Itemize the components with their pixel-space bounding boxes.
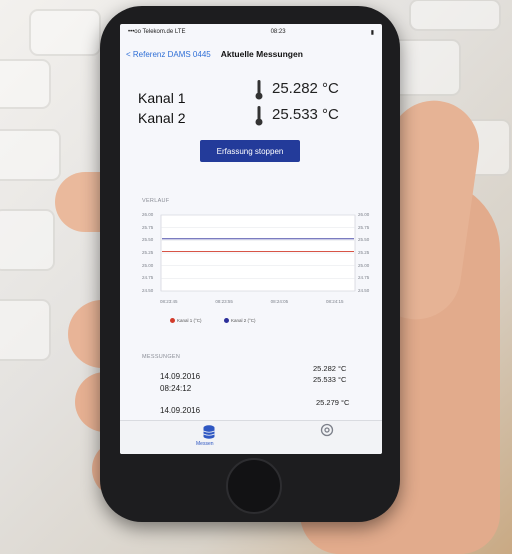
y-tick-left: 26.00 bbox=[142, 212, 154, 217]
thermometer-icon bbox=[255, 80, 263, 100]
y-tick-left: 25.75 bbox=[142, 224, 154, 230]
legend-dot-red bbox=[170, 318, 175, 324]
legend-series-1: Kanal 1 (°C) bbox=[170, 318, 202, 324]
y-tick-left: 25.25 bbox=[142, 250, 154, 255]
x-tick: 08:24:15 bbox=[326, 299, 344, 304]
gear-icon[interactable] bbox=[320, 423, 334, 437]
back-button[interactable]: < Referenz DAMS 0445 bbox=[126, 50, 211, 59]
y-tick-right: 25.75 bbox=[358, 224, 370, 230]
y-tick-left: 25.50 bbox=[142, 237, 154, 243]
database-icon[interactable] bbox=[203, 425, 215, 439]
nav-bar: < Referenz DAMS 0445 Aktuelle Messungen bbox=[120, 40, 382, 68]
y-tick-right: 25.00 bbox=[358, 262, 370, 268]
legend-series-2: Kanal 2 (°C) bbox=[224, 318, 256, 324]
channel-1-value: 25.282 °C bbox=[272, 80, 339, 97]
y-tick-right: 24.50 bbox=[358, 288, 370, 293]
measurement-value-1: 25.282 °C bbox=[313, 364, 347, 373]
measurement-date: 14.09.2016 bbox=[160, 372, 201, 381]
y-tick-right: 26.00 bbox=[358, 212, 370, 217]
carrier-label: •••oo Telekom.de LTE bbox=[128, 29, 186, 35]
chart-section-label: VERLAUF bbox=[142, 198, 170, 204]
phone-screen: •••oo Telekom.de LTE 08:23 ▮ < Referenz … bbox=[120, 24, 382, 454]
legend-label: Kanal 1 (°C) bbox=[177, 318, 202, 323]
stop-recording-button[interactable]: Erfassung stoppen bbox=[200, 140, 300, 162]
y-tick-right: 25.50 bbox=[358, 237, 370, 243]
legend-label: Kanal 2 (°C) bbox=[231, 318, 256, 323]
x-tick: 08:23:45 bbox=[160, 299, 178, 304]
measurement-date: 14.09.2016 bbox=[160, 406, 201, 415]
y-tick-left: 25.00 bbox=[142, 262, 154, 268]
status-bar: •••oo Telekom.de LTE 08:23 ▮ bbox=[120, 24, 382, 40]
y-tick-right: 24.75 bbox=[358, 275, 370, 281]
y-tick-left: 24.75 bbox=[142, 275, 154, 281]
page-title: Aktuelle Messungen bbox=[220, 49, 303, 59]
clock-label: 08:23 bbox=[270, 29, 286, 35]
channel-1-label: Kanal 1 bbox=[138, 90, 186, 106]
x-tick: 08:23:55 bbox=[215, 299, 233, 304]
channel-2-value: 25.533 °C bbox=[272, 106, 339, 123]
measurement-value-1: 25.279 °C bbox=[316, 398, 350, 407]
tab-label-messen[interactable]: Messen bbox=[196, 441, 214, 447]
battery-icon: ▮ bbox=[370, 29, 374, 36]
legend-dot-blue bbox=[224, 318, 229, 324]
measurements-section-label: MESSUNGEN bbox=[142, 354, 181, 360]
x-tick: 08:24:05 bbox=[270, 299, 289, 304]
measurement-value-2: 25.533 °C bbox=[313, 375, 347, 384]
channel-2-label: Kanal 2 bbox=[138, 110, 186, 126]
thermometer-icon bbox=[255, 106, 263, 126]
measurement-time: 08:24:12 bbox=[160, 384, 192, 393]
home-button[interactable] bbox=[226, 458, 282, 514]
y-tick-left: 24.50 bbox=[142, 288, 154, 293]
y-tick-right: 25.25 bbox=[358, 250, 370, 255]
tab-bar: Messen bbox=[120, 420, 382, 454]
temperature-chart bbox=[160, 214, 356, 292]
